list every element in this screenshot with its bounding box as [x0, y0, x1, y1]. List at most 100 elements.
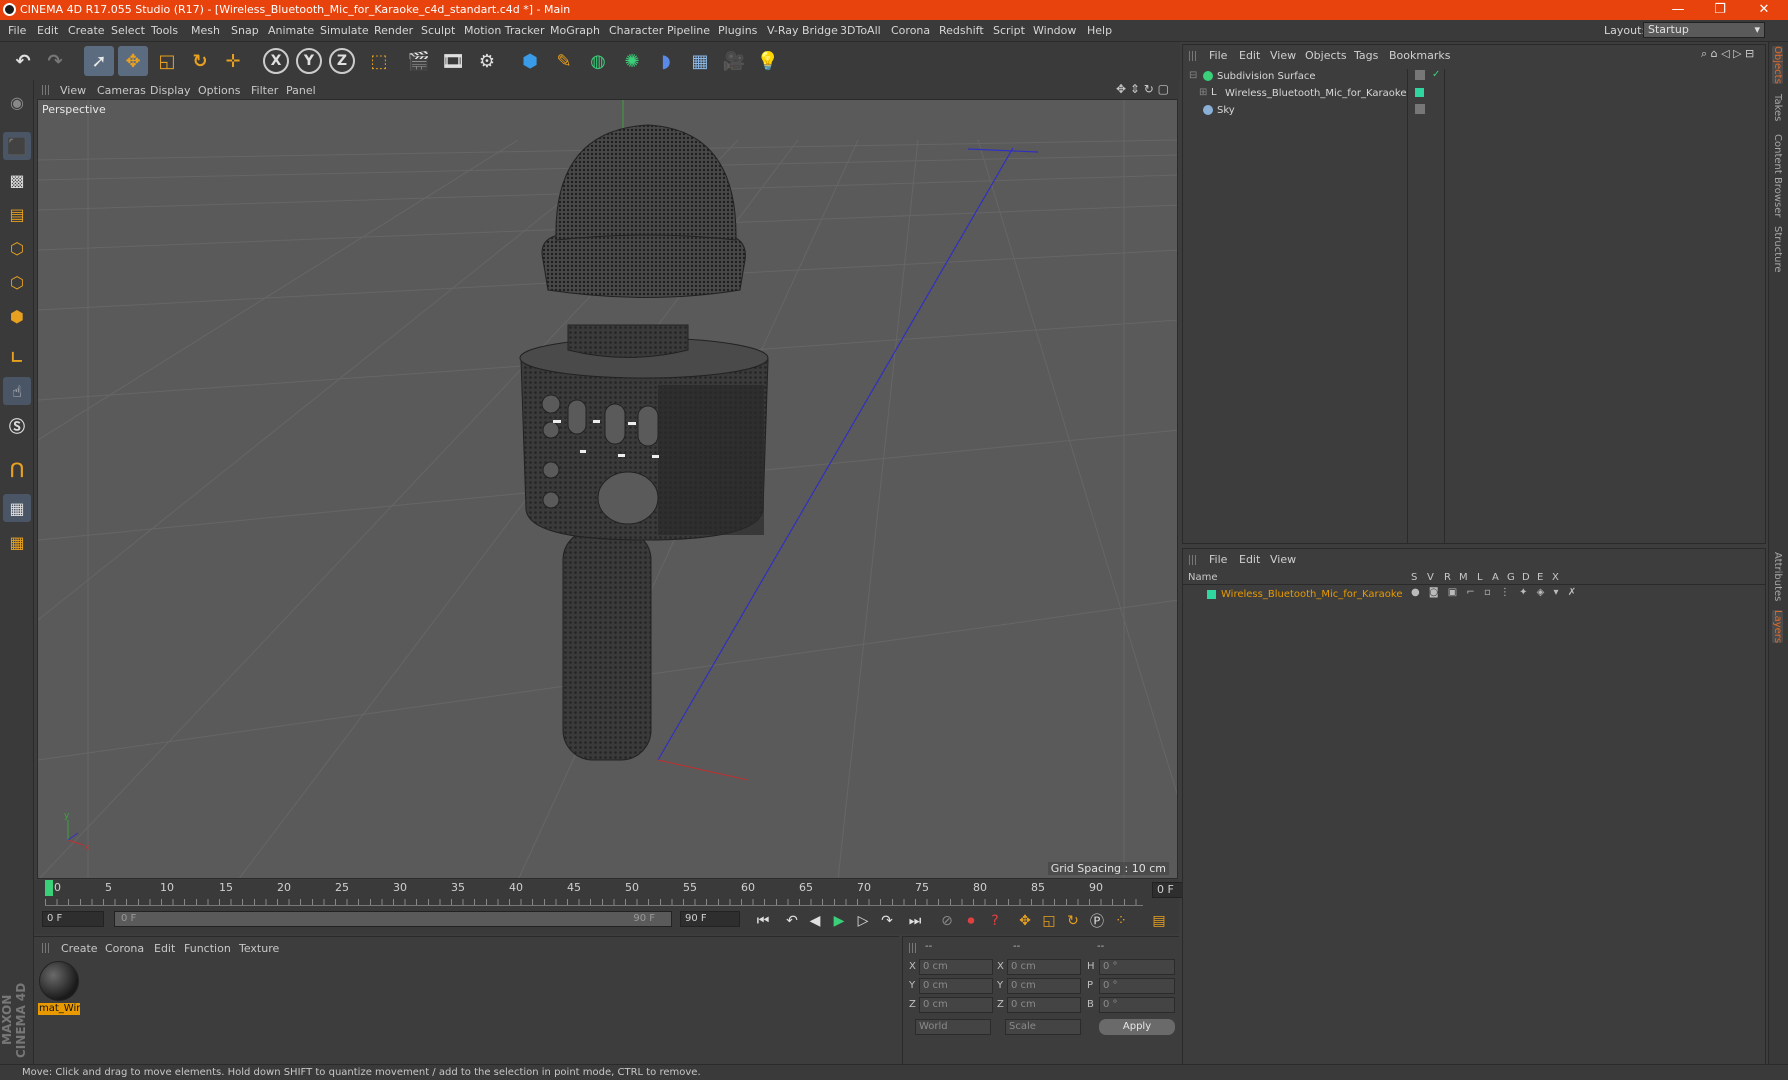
- menu-snap[interactable]: Snap: [231, 24, 259, 37]
- minimize-button[interactable]: —: [1658, 0, 1698, 20]
- edit-toggle-icon[interactable]: [1415, 104, 1425, 114]
- layout-dropdown[interactable]: Startup: [1643, 22, 1765, 38]
- scale-dropdown[interactable]: Scale: [1005, 1019, 1081, 1035]
- material-preview-sphere[interactable]: [39, 961, 79, 1001]
- edges-mode-icon[interactable]: ⬡: [3, 268, 31, 296]
- layers-menu-edit[interactable]: Edit: [1239, 553, 1260, 566]
- expressions-column-header[interactable]: E: [1537, 572, 1543, 583]
- workplane-mode-icon[interactable]: ▤: [3, 200, 31, 228]
- objects-menu-objects[interactable]: Objects: [1305, 49, 1347, 62]
- menu-3dtoall[interactable]: 3DToAll: [840, 24, 881, 37]
- restore-button[interactable]: ❐: [1700, 0, 1740, 20]
- key-position-icon[interactable]: ✥: [1014, 910, 1036, 932]
- size-y-field[interactable]: 0 cm: [1007, 978, 1081, 994]
- nurbs-icon[interactable]: ◍: [583, 46, 613, 76]
- axis-mode-icon[interactable]: ∟: [3, 343, 31, 371]
- viewport-nav-icons[interactable]: ✥ ⇕ ↻ ▢: [1116, 82, 1169, 96]
- view-column-header[interactable]: V: [1427, 572, 1434, 583]
- light-icon[interactable]: 💡: [753, 46, 783, 76]
- record-keys-icon[interactable]: ⊘: [936, 910, 958, 932]
- key-parameter-icon[interactable]: Ⓟ: [1086, 910, 1108, 932]
- menu-render[interactable]: Render: [374, 24, 413, 37]
- viewport-menu-filter[interactable]: Filter: [251, 84, 278, 97]
- menu-mograph[interactable]: MoGraph: [550, 24, 600, 37]
- move-tool-icon[interactable]: ✥: [118, 46, 148, 76]
- menu-create[interactable]: Create: [68, 24, 105, 37]
- render-view-icon[interactable]: 🎬: [404, 46, 434, 76]
- expand-icon[interactable]: ⊞: [1199, 87, 1207, 98]
- start-frame-field[interactable]: 0 F: [42, 911, 104, 927]
- menu-character[interactable]: Character: [609, 24, 663, 37]
- layers-menu-file[interactable]: File: [1209, 553, 1227, 566]
- deformers-column-header[interactable]: D: [1522, 572, 1530, 583]
- objects-menu-edit[interactable]: Edit: [1239, 49, 1260, 62]
- tab-attributes[interactable]: Attributes: [1772, 552, 1783, 601]
- menu-edit[interactable]: Edit: [37, 24, 58, 37]
- animation-column-header[interactable]: A: [1492, 572, 1499, 583]
- world-dropdown[interactable]: World: [915, 1019, 991, 1035]
- timeline-window-icon[interactable]: ▤: [1148, 910, 1170, 932]
- layers-menu-view[interactable]: View: [1270, 553, 1296, 566]
- viewport-menu-display[interactable]: Display: [150, 84, 191, 97]
- solo-column-header[interactable]: S: [1411, 572, 1417, 583]
- render-settings-icon[interactable]: ⚙: [472, 46, 502, 76]
- close-button[interactable]: ✕: [1744, 0, 1784, 20]
- material-menu-function[interactable]: Function: [184, 942, 231, 955]
- objects-menu-tags[interactable]: Tags: [1354, 49, 1378, 62]
- rotation-p-field[interactable]: 0 °: [1099, 978, 1175, 994]
- previous-key-icon[interactable]: ↶: [781, 910, 803, 932]
- texture-mode-icon[interactable]: ▩: [3, 166, 31, 194]
- layer-row[interactable]: Wireless_Bluetooth_Mic_for_Karaoke ● ◙ ▣…: [1187, 587, 1763, 604]
- 3d-viewport[interactable]: y x Perspective Grid Spacing : 10 cm: [37, 99, 1178, 879]
- polygons-mode-icon[interactable]: ⬢: [3, 302, 31, 330]
- play-icon[interactable]: ▶: [828, 910, 850, 932]
- key-rotation-icon[interactable]: ↻: [1062, 910, 1084, 932]
- menu-animate[interactable]: Animate: [268, 24, 314, 37]
- menu-vray-bridge[interactable]: V-Ray Bridge: [767, 24, 838, 37]
- object-row[interactable]: Sky: [1187, 103, 1763, 120]
- manager-column-header[interactable]: M: [1459, 572, 1468, 583]
- tab-structure[interactable]: Structure: [1772, 226, 1783, 273]
- key-pla-icon[interactable]: ⁘: [1110, 910, 1132, 932]
- end-frame-field[interactable]: 90 F: [680, 911, 740, 927]
- locked-column-header[interactable]: L: [1477, 572, 1483, 583]
- viewport-menu-options[interactable]: Options: [198, 84, 240, 97]
- tab-content-browser[interactable]: Content Browser: [1772, 134, 1783, 217]
- x-axis-lock-icon[interactable]: X: [263, 48, 289, 74]
- next-frame-icon[interactable]: ▷: [852, 910, 874, 932]
- layer-toggle-icons[interactable]: ● ◙ ▣ ⌐ ▫ ⋮ ✦ ◈ ▾ ✗: [1411, 587, 1579, 598]
- layer-color-swatch[interactable]: [1207, 590, 1216, 599]
- playhead[interactable]: [45, 880, 53, 896]
- size-z-field[interactable]: 0 cm: [1007, 997, 1081, 1013]
- previous-frame-icon[interactable]: ◀: [804, 910, 826, 932]
- selection-tool-icon[interactable]: ➚: [84, 46, 114, 76]
- goto-end-icon[interactable]: ⏭: [904, 910, 926, 932]
- xref-column-header[interactable]: X: [1552, 572, 1559, 583]
- menu-simulate[interactable]: Simulate: [320, 24, 369, 37]
- undo-icon[interactable]: ↶: [8, 46, 38, 76]
- material-menu-texture[interactable]: Texture: [239, 942, 279, 955]
- floor-icon[interactable]: ▦: [685, 46, 715, 76]
- layer-name[interactable]: Wireless_Bluetooth_Mic_for_Karaoke: [1221, 589, 1403, 600]
- menu-plugins[interactable]: Plugins: [718, 24, 757, 37]
- generators-column-header[interactable]: G: [1507, 572, 1515, 583]
- viewport-menu-view[interactable]: View: [60, 84, 86, 97]
- camera-icon[interactable]: 🎥: [719, 46, 749, 76]
- material-menu-create[interactable]: Create: [61, 942, 98, 955]
- spline-pen-icon[interactable]: ✎: [549, 46, 579, 76]
- material-menu-corona[interactable]: Corona: [105, 942, 144, 955]
- keyframe-selection-icon[interactable]: ?: [984, 910, 1006, 932]
- objects-menu-file[interactable]: File: [1209, 49, 1227, 62]
- z-axis-lock-icon[interactable]: Z: [329, 48, 355, 74]
- render-picture-viewer-icon[interactable]: 🎞: [438, 46, 468, 76]
- next-key-icon[interactable]: ↷: [876, 910, 898, 932]
- render-column-header[interactable]: R: [1444, 572, 1451, 583]
- magnet-icon[interactable]: ⋂: [3, 454, 31, 482]
- object-row[interactable]: ⊞ L Wireless_Bluetooth_Mic_for_Karaoke: [1187, 86, 1763, 103]
- menu-corona[interactable]: Corona: [891, 24, 930, 37]
- menu-pipeline[interactable]: Pipeline: [667, 24, 710, 37]
- material-name[interactable]: mat_Wir: [38, 1003, 80, 1015]
- objects-header-icons[interactable]: ⌕ ⌂ ◁ ▷ ⊟: [1701, 47, 1754, 61]
- tweak-mode-icon[interactable]: ☝: [3, 377, 31, 405]
- deformer-icon[interactable]: ◗: [651, 46, 681, 76]
